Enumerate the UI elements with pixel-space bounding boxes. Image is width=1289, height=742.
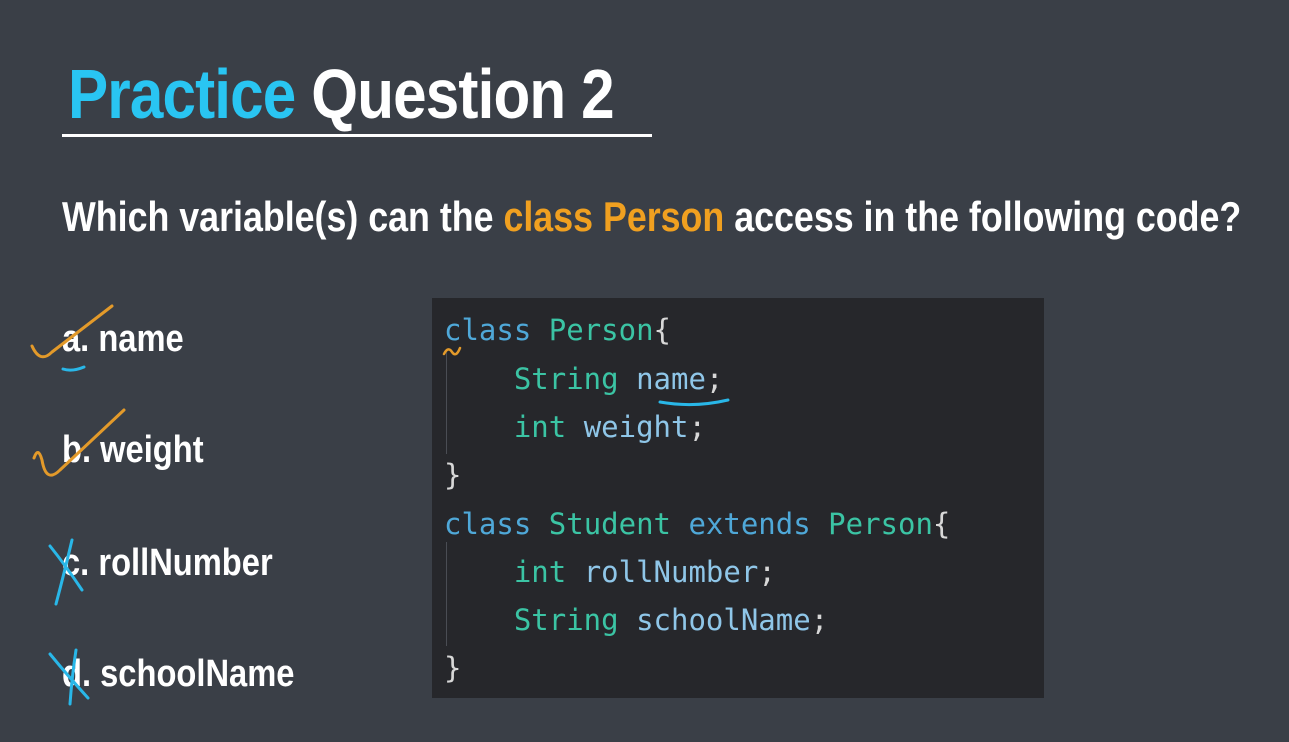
- code-identifier: name: [636, 362, 706, 396]
- code-class-name: Student: [548, 507, 671, 541]
- option-letter: a.: [62, 318, 90, 360]
- code-brace: {: [932, 507, 951, 541]
- title-rest: Question 2: [311, 55, 614, 133]
- question-before: Which variable(s) can the: [62, 193, 504, 240]
- option-text: weight: [100, 429, 204, 471]
- code-type: int: [513, 555, 567, 589]
- title-underline: [62, 134, 652, 137]
- option-d: d. schoolName: [62, 651, 294, 697]
- title-accent: Practice: [68, 55, 296, 133]
- option-letter: d.: [62, 653, 92, 695]
- code-line-8: }: [444, 650, 461, 686]
- code-class-name: Person: [548, 313, 654, 347]
- code-keyword: class: [444, 507, 532, 541]
- code-line-7: String schoolName;: [444, 602, 828, 638]
- question-highlight: class Person: [503, 193, 725, 240]
- code-keyword: extends: [688, 507, 811, 541]
- code-line-2: String name;: [444, 361, 724, 397]
- code-identifier: schoolName: [636, 603, 811, 637]
- option-text: name: [98, 318, 184, 360]
- code-line-6: int rollNumber;: [444, 554, 776, 590]
- code-block: class Person{ String name; int weight; }…: [432, 298, 1044, 698]
- code-semicolon: ;: [688, 410, 706, 444]
- code-brace: }: [444, 651, 462, 685]
- question-text: Which variable(s) can the class Person a…: [62, 192, 1241, 242]
- code-line-3: int weight;: [444, 409, 706, 445]
- page-title: Practice Question 2: [68, 54, 615, 134]
- code-semicolon: ;: [810, 603, 829, 637]
- code-identifier: weight: [583, 410, 689, 444]
- option-c: c. rollNumber: [62, 540, 273, 586]
- code-line-5: class Student extends Person{: [444, 506, 950, 542]
- code-line-4: }: [444, 457, 461, 493]
- code-line-1: class Person{: [444, 312, 671, 348]
- code-brace: }: [444, 458, 462, 492]
- code-type: int: [513, 410, 567, 444]
- code-class-name: Person: [828, 507, 933, 541]
- option-letter: c.: [62, 542, 90, 584]
- code-type: String: [513, 603, 619, 637]
- code-type: String: [513, 362, 619, 396]
- code-semicolon: ;: [758, 555, 776, 589]
- code-identifier: rollNumber: [583, 555, 759, 589]
- question-after: access in the following code?: [724, 193, 1242, 240]
- code-keyword: class: [444, 313, 532, 347]
- option-b: b. weight: [62, 427, 204, 473]
- underline-mark: [61, 365, 86, 372]
- option-text: schoolName: [100, 653, 295, 695]
- option-letter: b.: [62, 429, 92, 471]
- option-text: rollNumber: [98, 542, 273, 584]
- option-a: a. name: [62, 316, 184, 362]
- code-semicolon: ;: [705, 362, 724, 396]
- code-brace: {: [653, 313, 672, 347]
